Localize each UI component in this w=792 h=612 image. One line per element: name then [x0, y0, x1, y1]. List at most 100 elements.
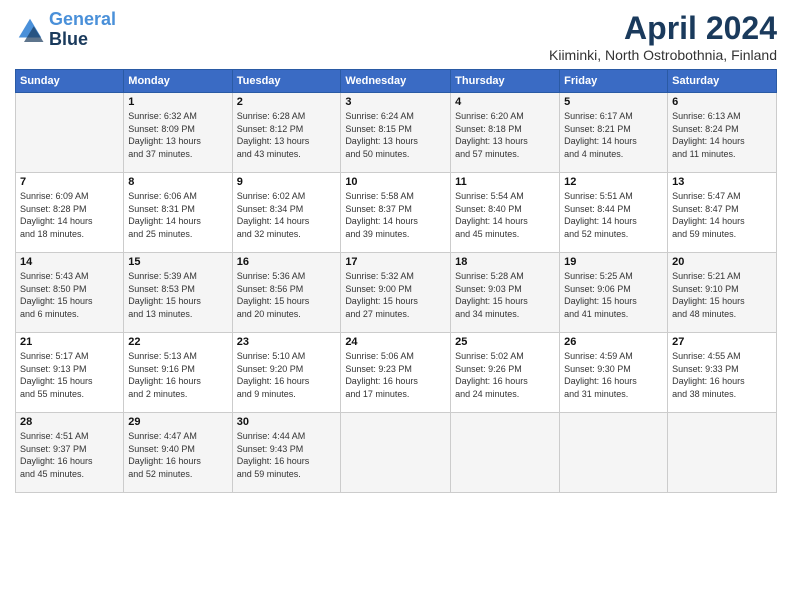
day-number: 1	[128, 96, 227, 108]
day-cell: 25 Sunrise: 5:02 AMSunset: 9:26 PMDayligh…	[451, 333, 560, 413]
day-number: 16	[237, 256, 337, 268]
day-cell: 21 Sunrise: 5:17 AMSunset: 9:13 PMDayligh…	[16, 333, 124, 413]
day-cell	[451, 413, 560, 493]
day-info: Sunrise: 4:55 AMSunset: 9:33 PMDaylight:…	[672, 350, 772, 400]
col-thursday: Thursday	[451, 70, 560, 93]
calendar: Sunday Monday Tuesday Wednesday Thursday…	[15, 69, 777, 493]
day-number: 5	[564, 96, 663, 108]
day-number: 25	[455, 336, 555, 348]
calendar-body: 1 Sunrise: 6:32 AMSunset: 8:09 PMDaylight…	[16, 93, 777, 493]
day-cell: 6 Sunrise: 6:13 AMSunset: 8:24 PMDaylight…	[668, 93, 777, 173]
day-number: 4	[455, 96, 555, 108]
day-number: 2	[237, 96, 337, 108]
day-cell: 11 Sunrise: 5:54 AMSunset: 8:40 PMDayligh…	[451, 173, 560, 253]
day-info: Sunrise: 5:28 AMSunset: 9:03 PMDaylight:…	[455, 270, 555, 320]
day-info: Sunrise: 6:28 AMSunset: 8:12 PMDaylight:…	[237, 110, 337, 160]
day-info: Sunrise: 6:17 AMSunset: 8:21 PMDaylight:…	[564, 110, 663, 160]
day-info: Sunrise: 4:51 AMSunset: 9:37 PMDaylight:…	[20, 430, 119, 480]
day-info: Sunrise: 6:20 AMSunset: 8:18 PMDaylight:…	[455, 110, 555, 160]
day-cell: 1 Sunrise: 6:32 AMSunset: 8:09 PMDaylight…	[124, 93, 232, 173]
day-cell: 27Sunrise: 4:55 AMSunset: 9:33 PMDayligh…	[668, 333, 777, 413]
day-info: Sunrise: 5:58 AMSunset: 8:37 PMDaylight:…	[345, 190, 446, 240]
day-cell: 4 Sunrise: 6:20 AMSunset: 8:18 PMDaylight…	[451, 93, 560, 173]
col-sunday: Sunday	[16, 70, 124, 93]
logo-text: General Blue	[49, 10, 116, 50]
day-cell: 18Sunrise: 5:28 AMSunset: 9:03 PMDayligh…	[451, 253, 560, 333]
day-number: 6	[672, 96, 772, 108]
day-info: Sunrise: 6:02 AMSunset: 8:34 PMDaylight:…	[237, 190, 337, 240]
day-number: 15	[128, 256, 227, 268]
day-info: Sunrise: 6:24 AMSunset: 8:15 PMDaylight:…	[345, 110, 446, 160]
col-friday: Friday	[560, 70, 668, 93]
day-number: 8	[128, 176, 227, 188]
day-number: 19	[564, 256, 663, 268]
week-row-3: 14 Sunrise: 5:43 AMSunset: 8:50 PMDayligh…	[16, 253, 777, 333]
day-cell: 5 Sunrise: 6:17 AMSunset: 8:21 PMDaylight…	[560, 93, 668, 173]
day-number: 13	[672, 176, 772, 188]
day-info: Sunrise: 5:39 AMSunset: 8:53 PMDaylight:…	[128, 270, 227, 320]
header: General Blue April 2024 Kiiminki, North …	[15, 10, 777, 63]
col-tuesday: Tuesday	[232, 70, 341, 93]
day-number: 10	[345, 176, 446, 188]
day-number: 7	[20, 176, 119, 188]
month-title: April 2024	[549, 10, 777, 47]
col-saturday: Saturday	[668, 70, 777, 93]
day-cell: 28 Sunrise: 4:51 AMSunset: 9:37 PMDayligh…	[16, 413, 124, 493]
day-number: 23	[237, 336, 337, 348]
calendar-header: Sunday Monday Tuesday Wednesday Thursday…	[16, 70, 777, 93]
day-number: 17	[345, 256, 446, 268]
day-cell: 10 Sunrise: 5:58 AMSunset: 8:37 PMDayligh…	[341, 173, 451, 253]
day-info: Sunrise: 6:13 AMSunset: 8:24 PMDaylight:…	[672, 110, 772, 160]
day-info: Sunrise: 4:59 AMSunset: 9:30 PMDaylight:…	[564, 350, 663, 400]
day-cell: 30 Sunrise: 4:44 AMSunset: 9:43 PMDayligh…	[232, 413, 341, 493]
day-info: Sunrise: 5:54 AMSunset: 8:40 PMDaylight:…	[455, 190, 555, 240]
day-number: 28	[20, 416, 119, 428]
day-cell	[560, 413, 668, 493]
day-number: 14	[20, 256, 119, 268]
day-cell	[668, 413, 777, 493]
day-cell: 24Sunrise: 5:06 AMSunset: 9:23 PMDayligh…	[341, 333, 451, 413]
day-info: Sunrise: 5:17 AMSunset: 9:13 PMDaylight:…	[20, 350, 119, 400]
day-info: Sunrise: 5:02 AMSunset: 9:26 PMDaylight:…	[455, 350, 555, 400]
day-number: 26	[564, 336, 663, 348]
page: General Blue April 2024 Kiiminki, North …	[0, 0, 792, 612]
day-number: 9	[237, 176, 337, 188]
day-info: Sunrise: 5:36 AMSunset: 8:56 PMDaylight:…	[237, 270, 337, 320]
day-cell: 29Sunrise: 4:47 AMSunset: 9:40 PMDayligh…	[124, 413, 232, 493]
day-number: 24	[345, 336, 446, 348]
day-info: Sunrise: 5:21 AMSunset: 9:10 PMDaylight:…	[672, 270, 772, 320]
day-info: Sunrise: 5:10 AMSunset: 9:20 PMDaylight:…	[237, 350, 337, 400]
week-row-2: 7Sunrise: 6:09 AMSunset: 8:28 PMDaylight…	[16, 173, 777, 253]
day-cell: 23 Sunrise: 5:10 AMSunset: 9:20 PMDayligh…	[232, 333, 341, 413]
week-row-1: 1 Sunrise: 6:32 AMSunset: 8:09 PMDaylight…	[16, 93, 777, 173]
day-cell: 17 Sunrise: 5:32 AMSunset: 9:00 PMDayligh…	[341, 253, 451, 333]
day-cell: 3 Sunrise: 6:24 AMSunset: 8:15 PMDaylight…	[341, 93, 451, 173]
day-number: 20	[672, 256, 772, 268]
day-info: Sunrise: 5:51 AMSunset: 8:44 PMDaylight:…	[564, 190, 663, 240]
day-info: Sunrise: 6:32 AMSunset: 8:09 PMDaylight:…	[128, 110, 227, 160]
day-cell: 7Sunrise: 6:09 AMSunset: 8:28 PMDaylight…	[16, 173, 124, 253]
day-info: Sunrise: 5:43 AMSunset: 8:50 PMDaylight:…	[20, 270, 119, 320]
day-cell: 19Sunrise: 5:25 AMSunset: 9:06 PMDayligh…	[560, 253, 668, 333]
day-number: 11	[455, 176, 555, 188]
day-number: 30	[237, 416, 337, 428]
location: Kiiminki, North Ostrobothnia, Finland	[549, 47, 777, 63]
day-number: 3	[345, 96, 446, 108]
col-monday: Monday	[124, 70, 232, 93]
day-cell: 13 Sunrise: 5:47 AMSunset: 8:47 PMDayligh…	[668, 173, 777, 253]
day-cell: 12 Sunrise: 5:51 AMSunset: 8:44 PMDayligh…	[560, 173, 668, 253]
day-cell: 8 Sunrise: 6:06 AMSunset: 8:31 PMDaylight…	[124, 173, 232, 253]
day-cell: 20 Sunrise: 5:21 AMSunset: 9:10 PMDayligh…	[668, 253, 777, 333]
day-info: Sunrise: 6:06 AMSunset: 8:31 PMDaylight:…	[128, 190, 227, 240]
day-info: Sunrise: 5:32 AMSunset: 9:00 PMDaylight:…	[345, 270, 446, 320]
day-number: 12	[564, 176, 663, 188]
day-info: Sunrise: 5:47 AMSunset: 8:47 PMDaylight:…	[672, 190, 772, 240]
day-number: 21	[20, 336, 119, 348]
day-cell: 16 Sunrise: 5:36 AMSunset: 8:56 PMDayligh…	[232, 253, 341, 333]
day-cell: 15 Sunrise: 5:39 AMSunset: 8:53 PMDayligh…	[124, 253, 232, 333]
day-info: Sunrise: 4:47 AMSunset: 9:40 PMDaylight:…	[128, 430, 227, 480]
day-info: Sunrise: 4:44 AMSunset: 9:43 PMDaylight:…	[237, 430, 337, 480]
logo-icon	[15, 15, 45, 45]
day-number: 22	[128, 336, 227, 348]
header-row: Sunday Monday Tuesday Wednesday Thursday…	[16, 70, 777, 93]
